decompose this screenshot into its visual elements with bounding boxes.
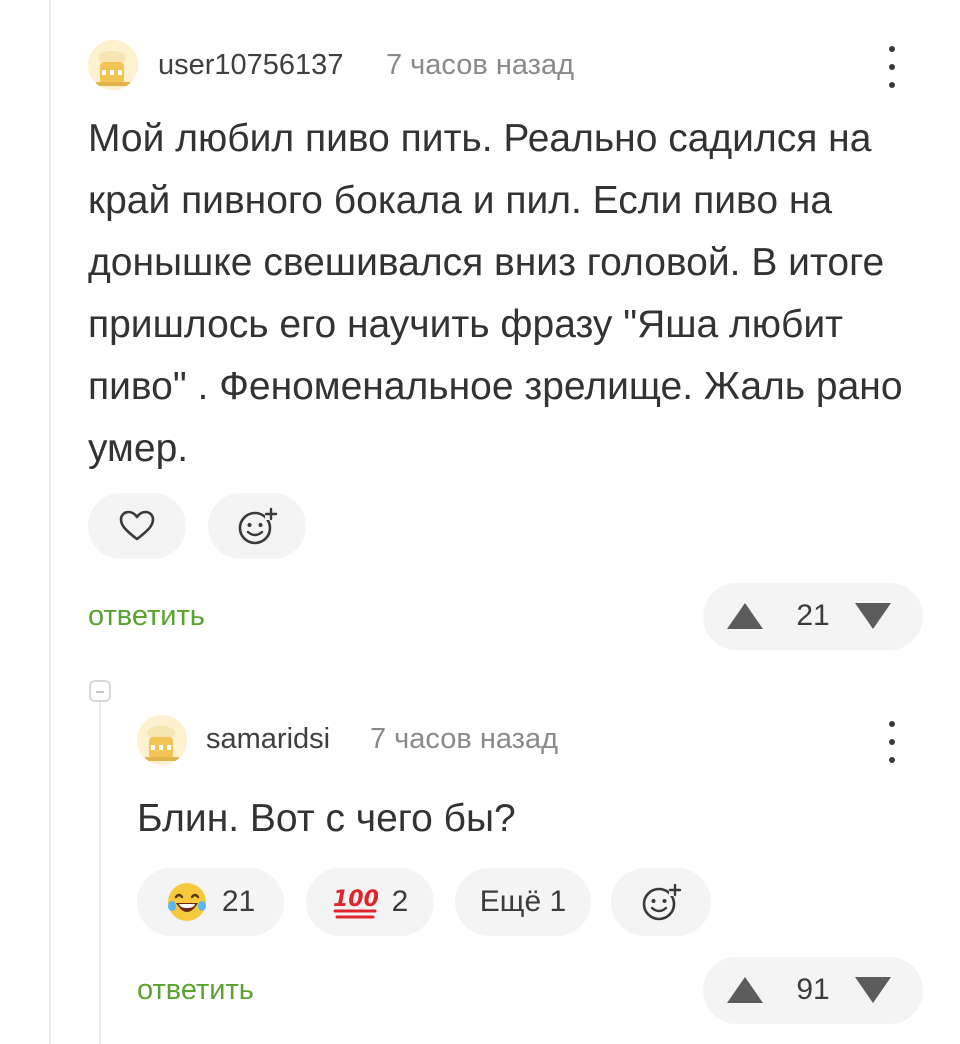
rating-count: 91: [796, 973, 830, 1006]
username[interactable]: samaridsi: [206, 723, 330, 756]
more-options-button[interactable]: [884, 719, 900, 765]
add-reaction-button[interactable]: [208, 493, 306, 559]
timestamp: 7 часов назад: [386, 49, 575, 81]
avatar[interactable]: [88, 40, 138, 90]
triangle-up-icon: [727, 603, 763, 629]
comment-text: Блин. Вот с чего бы?: [137, 797, 516, 840]
hundred-points-icon: 100: [333, 887, 378, 919]
dot-icon: [889, 64, 895, 70]
timestamp: 7 часов назад: [370, 723, 559, 755]
downvote-button[interactable]: [853, 975, 893, 1010]
triangle-down-icon: [855, 977, 891, 1003]
reply-link[interactable]: ответить: [137, 974, 254, 1007]
upvote-button[interactable]: [725, 601, 765, 636]
avatar[interactable]: [137, 715, 187, 765]
laughing-face-icon: [167, 883, 206, 921]
more-options-button[interactable]: [884, 44, 900, 90]
reply-link[interactable]: ответить: [88, 600, 205, 633]
rating-count: 21: [796, 599, 830, 632]
reaction-count: 2: [391, 885, 409, 918]
like-button[interactable]: [88, 493, 186, 559]
reaction-laughing-button[interactable]: 21: [137, 868, 284, 936]
upvote-button[interactable]: [725, 975, 765, 1010]
cartoon-avatar-icon: [88, 40, 138, 90]
svg-text:100: 100: [333, 887, 378, 912]
triangle-down-icon: [855, 603, 891, 629]
comment-text: Мой любил пиво пить. Реально садился на …: [88, 117, 903, 470]
more-reactions-label: Ещё 1: [479, 885, 567, 918]
thread-line: [49, 0, 51, 1044]
dot-icon: [889, 739, 895, 745]
dot-icon: [889, 46, 895, 52]
rating-widget: 21: [703, 583, 923, 650]
reaction-count: 21: [221, 885, 256, 918]
add-reaction-button[interactable]: [611, 868, 711, 936]
smiley-plus-icon: [238, 507, 278, 545]
username[interactable]: user10756137: [158, 49, 343, 82]
dot-icon: [889, 757, 895, 763]
dot-icon: [889, 82, 895, 88]
reaction-hundred-button[interactable]: 100 2: [306, 868, 434, 936]
more-reactions-button[interactable]: Ещё 1: [455, 868, 591, 936]
cartoon-avatar-icon: [137, 715, 187, 765]
collapse-thread-button[interactable]: [89, 680, 111, 702]
rating-widget: 91: [703, 957, 923, 1024]
dot-icon: [889, 721, 895, 727]
reply-thread-line: [99, 702, 101, 1044]
downvote-button[interactable]: [853, 601, 893, 636]
smiley-plus-icon: [642, 883, 682, 921]
heart-icon: [119, 510, 155, 541]
triangle-up-icon: [727, 977, 763, 1003]
